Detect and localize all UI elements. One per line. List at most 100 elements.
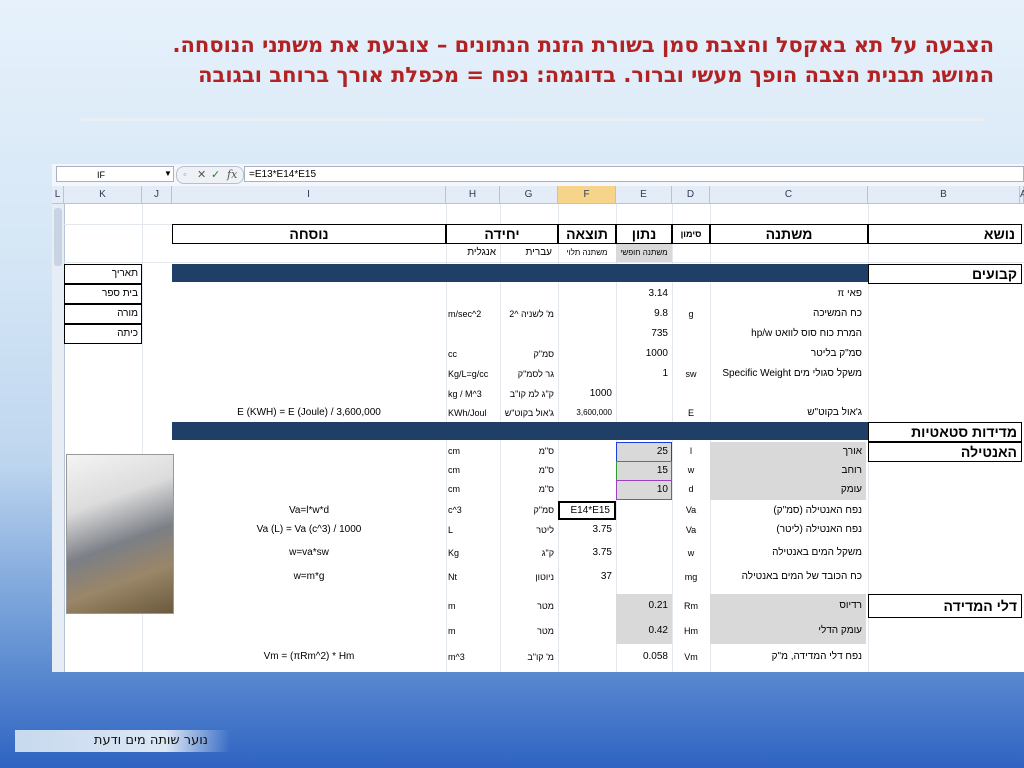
cell-datum[interactable]: 0.42 xyxy=(616,619,672,643)
cell-unit-english[interactable]: L xyxy=(446,520,500,540)
cell-symbol[interactable]: Va xyxy=(672,520,710,540)
cell-symbol[interactable]: Rm xyxy=(672,594,710,618)
cell-symbol[interactable]: E xyxy=(672,404,710,422)
scroll-thumb[interactable] xyxy=(54,208,62,266)
cell-datum[interactable] xyxy=(616,520,672,540)
cell-symbol[interactable]: d xyxy=(672,480,710,499)
cell-formula[interactable]: Va=l*w*d xyxy=(172,501,446,520)
cell-datum[interactable]: 0.058 xyxy=(616,644,672,670)
cell-result[interactable] xyxy=(558,442,616,461)
formula-input[interactable]: =E13*E14*E15 xyxy=(244,166,1024,182)
cell-datum[interactable] xyxy=(616,384,672,404)
cell-variable[interactable]: נפח דלי המדידה, מ"ק xyxy=(710,644,866,670)
column-header-C[interactable]: C xyxy=(710,186,868,204)
cell-datum[interactable] xyxy=(616,542,672,564)
cell-variable[interactable]: משקל המים באנטילה xyxy=(710,542,866,564)
cell-unit-english[interactable]: m^3 xyxy=(446,644,500,670)
cell-result[interactable] xyxy=(558,324,616,344)
cell-unit-english[interactable]: cm xyxy=(446,461,500,480)
cell-datum[interactable] xyxy=(616,404,672,422)
cell-symbol[interactable]: mg xyxy=(672,566,710,588)
cell-unit-english[interactable]: m xyxy=(446,619,500,643)
column-header-K[interactable]: K xyxy=(64,186,142,204)
cell-variable[interactable]: רדיוס xyxy=(710,594,866,618)
cell-formula[interactable] xyxy=(172,619,446,643)
cell-unit-english[interactable]: Kg/L=g/cc xyxy=(446,364,500,384)
cell-variable[interactable]: פאי π xyxy=(710,284,866,304)
cell-unit-english[interactable]: m/sec^2 xyxy=(446,304,500,324)
cell-formula[interactable] xyxy=(172,304,446,324)
column-header-F[interactable]: F xyxy=(558,186,616,204)
column-header-B[interactable]: B xyxy=(868,186,1020,204)
cell-result[interactable] xyxy=(558,594,616,618)
cell-formula[interactable] xyxy=(172,594,446,618)
cell-formula[interactable] xyxy=(172,461,446,480)
cell-unit-english[interactable]: cm xyxy=(446,442,500,461)
name-box[interactable]: IF xyxy=(56,166,174,182)
cell-unit-english[interactable]: kg / M^3 xyxy=(446,384,500,404)
cell-result[interactable] xyxy=(558,344,616,364)
cell-unit-hebrew[interactable]: מטר xyxy=(500,619,558,643)
cell-variable[interactable]: נפח האנטילה (סמ"ק) xyxy=(710,501,866,520)
cell-formula[interactable]: Vm = (πRm^2) * Hm xyxy=(172,644,446,670)
cell-unit-english[interactable]: KWh/Joul xyxy=(446,404,500,422)
cell-variable[interactable]: עומק xyxy=(710,480,866,499)
cell-symbol[interactable] xyxy=(672,344,710,364)
cell-variable[interactable]: משקל סגולי מים Specific Weight xyxy=(710,364,866,384)
cell-result[interactable] xyxy=(558,480,616,499)
cell-unit-hebrew[interactable]: מ' קו"ב xyxy=(500,644,558,670)
cell-symbol[interactable]: w xyxy=(672,461,710,480)
cell-result[interactable]: 3.75 xyxy=(558,520,616,540)
cell-datum[interactable] xyxy=(616,566,672,588)
chevron-down-icon[interactable]: ▼ xyxy=(164,169,172,178)
cell-formula[interactable] xyxy=(172,284,446,304)
cell-variable[interactable]: נפח האנטילה (ליטר) xyxy=(710,520,866,540)
cell-symbol[interactable] xyxy=(672,384,710,404)
cell-unit-english[interactable] xyxy=(446,284,500,304)
cell-unit-hebrew[interactable]: גר לסמ"ק xyxy=(500,364,558,384)
function-icon[interactable]: fx xyxy=(227,167,237,183)
cell-unit-hebrew[interactable]: ס"מ xyxy=(500,442,558,461)
cell-formula[interactable]: E (KWH) = E (Joule) / 3,600,000 xyxy=(172,404,446,422)
cell-symbol[interactable]: sw xyxy=(672,364,710,384)
cell-unit-english[interactable]: m xyxy=(446,594,500,618)
cell-result[interactable]: 1000 xyxy=(558,384,616,404)
cell-unit-english[interactable]: c^3 xyxy=(446,501,500,520)
cell-unit-hebrew[interactable]: ק"ג xyxy=(500,542,558,564)
cell-variable[interactable] xyxy=(710,384,866,404)
active-cell[interactable]: E14*E15 xyxy=(558,501,616,520)
cell-formula[interactable] xyxy=(172,442,446,461)
cell-symbol[interactable] xyxy=(672,284,710,304)
cell-symbol[interactable] xyxy=(672,324,710,344)
cell-formula[interactable] xyxy=(172,364,446,384)
column-header-A[interactable]: A xyxy=(1020,186,1024,204)
cell-result[interactable]: 37 xyxy=(558,566,616,588)
cell-unit-hebrew[interactable]: ליטר xyxy=(500,520,558,540)
cell-formula[interactable]: w=va*sw xyxy=(172,542,446,564)
cell-variable[interactable]: רוחב xyxy=(710,461,866,480)
cell-symbol[interactable]: g xyxy=(672,304,710,324)
cell-result[interactable]: 3.75 xyxy=(558,542,616,564)
column-header-E[interactable]: E xyxy=(616,186,672,204)
cell-unit-english[interactable]: cc xyxy=(446,344,500,364)
cell-variable[interactable]: המרת כוח סוס לוואט hp/w xyxy=(710,324,866,344)
enter-icon[interactable]: ✓ xyxy=(211,167,220,183)
cell-unit-hebrew[interactable] xyxy=(500,284,558,304)
cell-unit-hebrew[interactable]: מטר xyxy=(500,594,558,618)
cell-unit-english[interactable] xyxy=(446,324,500,344)
cell-result[interactable] xyxy=(558,284,616,304)
cell-formula[interactable]: Va (L) = Va (c^3) / 1000 xyxy=(172,520,446,540)
cell-datum[interactable]: 3.14 xyxy=(616,284,672,304)
cancel-icon[interactable]: ✕ xyxy=(197,167,206,183)
cell-unit-english[interactable]: Nt xyxy=(446,566,500,588)
cell-variable[interactable]: כח המשיכה xyxy=(710,304,866,324)
cell-result[interactable] xyxy=(558,619,616,643)
cell-result[interactable] xyxy=(558,364,616,384)
cell-unit-english[interactable]: Kg xyxy=(446,542,500,564)
cell-unit-hebrew[interactable]: ס"מ xyxy=(500,461,558,480)
column-header-G[interactable]: G xyxy=(500,186,558,204)
cell-unit-hebrew[interactable]: סמ"ק xyxy=(500,344,558,364)
cell-unit-hebrew[interactable]: מ' לשניה ^2 xyxy=(500,304,558,324)
cell-unit-english[interactable]: cm xyxy=(446,480,500,499)
cell-datum[interactable]: 735 xyxy=(616,324,672,344)
